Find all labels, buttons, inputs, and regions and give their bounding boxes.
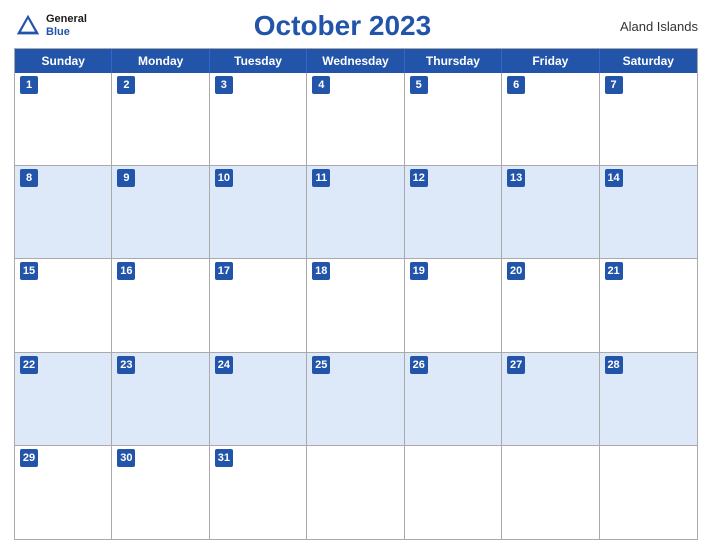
day-cell: 21 (600, 259, 697, 352)
day-number: 10 (215, 169, 233, 187)
weeks: 1234567891011121314151617181920212223242… (15, 73, 697, 539)
day-cell: 12 (405, 166, 502, 259)
day-number: 13 (507, 169, 525, 187)
day-headers: SundayMondayTuesdayWednesdayThursdayFrid… (15, 49, 697, 73)
day-cell: 9 (112, 166, 209, 259)
day-number: 4 (312, 76, 330, 94)
logo-general-text: General (46, 13, 87, 26)
week-row-5: 29 30 31 (15, 446, 697, 539)
day-cell: 22 (15, 353, 112, 446)
day-cell: 29 (15, 446, 112, 539)
day-number: 15 (20, 262, 38, 280)
day-cell: 5 (405, 73, 502, 166)
day-number: 27 (507, 356, 525, 374)
day-number: 30 (117, 449, 135, 467)
day-cell: 6 (502, 73, 599, 166)
day-number: 21 (605, 262, 623, 280)
day-number: 1 (20, 76, 38, 94)
day-number: 20 (507, 262, 525, 280)
calendar: SundayMondayTuesdayWednesdayThursdayFrid… (14, 48, 698, 540)
day-number: 8 (20, 169, 38, 187)
day-cell: 15 (15, 259, 112, 352)
day-number: 14 (605, 169, 623, 187)
day-cell: 24 (210, 353, 307, 446)
day-cell: 1 (15, 73, 112, 166)
day-cell: 16 (112, 259, 209, 352)
logo: General Blue (14, 12, 87, 40)
day-number: 11 (312, 169, 330, 187)
day-header-sunday: Sunday (15, 49, 112, 73)
day-cell (502, 446, 599, 539)
day-cell: 31 (210, 446, 307, 539)
day-header-monday: Monday (112, 49, 209, 73)
day-cell: 27 (502, 353, 599, 446)
day-cell: 11 (307, 166, 404, 259)
day-cell (405, 446, 502, 539)
day-number: 2 (117, 76, 135, 94)
day-number: 7 (605, 76, 623, 94)
week-row-4: 22 23 24 25 26 27 28 (15, 353, 697, 446)
day-header-tuesday: Tuesday (210, 49, 307, 73)
day-number: 12 (410, 169, 428, 187)
day-cell: 13 (502, 166, 599, 259)
day-cell: 18 (307, 259, 404, 352)
day-number: 23 (117, 356, 135, 374)
day-number: 28 (605, 356, 623, 374)
day-header-saturday: Saturday (600, 49, 697, 73)
day-cell: 4 (307, 73, 404, 166)
day-number: 5 (410, 76, 428, 94)
day-cell: 2 (112, 73, 209, 166)
day-number: 18 (312, 262, 330, 280)
day-header-wednesday: Wednesday (307, 49, 404, 73)
day-number: 25 (312, 356, 330, 374)
day-cell: 23 (112, 353, 209, 446)
day-cell: 14 (600, 166, 697, 259)
day-number: 6 (507, 76, 525, 94)
day-number: 26 (410, 356, 428, 374)
day-cell: 3 (210, 73, 307, 166)
logo-icon (14, 12, 42, 40)
day-cell: 10 (210, 166, 307, 259)
day-cell: 19 (405, 259, 502, 352)
week-row-2: 8 9 10 11 12 13 14 (15, 166, 697, 259)
week-row-3: 15 16 17 18 19 20 21 (15, 259, 697, 352)
day-number: 19 (410, 262, 428, 280)
region-label: Aland Islands (598, 19, 698, 34)
day-cell (307, 446, 404, 539)
day-number: 31 (215, 449, 233, 467)
day-cell: 28 (600, 353, 697, 446)
day-cell: 7 (600, 73, 697, 166)
calendar-header: General Blue October 2023 Aland Islands (14, 10, 698, 42)
logo-text: General Blue (46, 13, 87, 39)
day-cell: 8 (15, 166, 112, 259)
day-number: 16 (117, 262, 135, 280)
day-header-thursday: Thursday (405, 49, 502, 73)
day-number: 29 (20, 449, 38, 467)
day-number: 24 (215, 356, 233, 374)
day-cell: 26 (405, 353, 502, 446)
day-number: 3 (215, 76, 233, 94)
day-cell: 30 (112, 446, 209, 539)
day-cell: 17 (210, 259, 307, 352)
logo-blue-text: Blue (46, 26, 87, 39)
calendar-title: October 2023 (87, 10, 598, 42)
day-header-friday: Friday (502, 49, 599, 73)
day-number: 22 (20, 356, 38, 374)
day-cell: 20 (502, 259, 599, 352)
day-number: 17 (215, 262, 233, 280)
week-row-1: 1 2 3 4 5 6 7 (15, 73, 697, 166)
day-number: 9 (117, 169, 135, 187)
day-cell: 25 (307, 353, 404, 446)
day-cell (600, 446, 697, 539)
